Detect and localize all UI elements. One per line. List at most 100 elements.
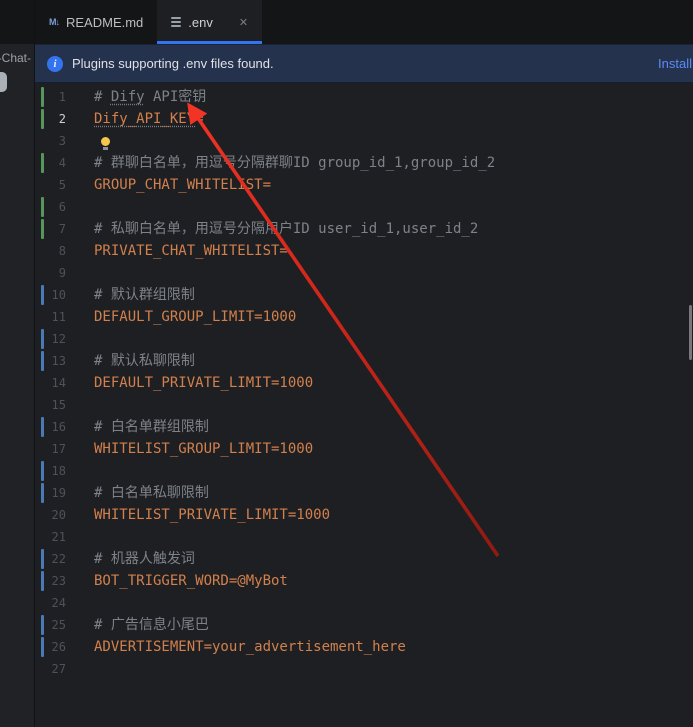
- gutter[interactable]: 9: [35, 262, 94, 284]
- line-number[interactable]: 18: [52, 460, 66, 482]
- change-marker-modified: [41, 571, 44, 591]
- gutter[interactable]: 15: [35, 394, 94, 416]
- code-line[interactable]: 23BOT_TRIGGER_WORD=@MyBot: [35, 570, 693, 592]
- gutter[interactable]: 16: [35, 416, 94, 438]
- code-line[interactable]: 13# 默认私聊限制: [35, 350, 693, 372]
- code-line[interactable]: 19# 白名单私聊限制: [35, 482, 693, 504]
- close-icon[interactable]: ✕: [239, 16, 248, 29]
- line-number[interactable]: 24: [52, 592, 66, 614]
- gutter[interactable]: 14: [35, 372, 94, 394]
- code-line[interactable]: 12: [35, 328, 693, 350]
- code-line[interactable]: 3: [35, 130, 693, 152]
- gutter[interactable]: 8: [35, 240, 94, 262]
- gutter[interactable]: 18: [35, 460, 94, 482]
- line-number[interactable]: 27: [52, 658, 66, 680]
- gutter[interactable]: 25: [35, 614, 94, 636]
- code-line[interactable]: 17WHITELIST_GROUP_LIMIT=1000: [35, 438, 693, 460]
- line-number[interactable]: 13: [52, 350, 66, 372]
- editor-pane[interactable]: 1# Dify API密钥2Dify_API_KEY=34# 群聊白名单，用逗号…: [35, 83, 693, 727]
- gutter[interactable]: 20: [35, 504, 94, 526]
- gutter[interactable]: 26: [35, 636, 94, 658]
- change-marker-modified: [41, 461, 44, 481]
- line-number[interactable]: 25: [52, 614, 66, 636]
- line-number[interactable]: 26: [52, 636, 66, 658]
- code-line[interactable]: 9: [35, 262, 693, 284]
- gutter[interactable]: 24: [35, 592, 94, 614]
- code-line[interactable]: 25# 广告信息小尾巴: [35, 614, 693, 636]
- gutter[interactable]: 13: [35, 350, 94, 372]
- gutter[interactable]: 11: [35, 306, 94, 328]
- line-number[interactable]: 23: [52, 570, 66, 592]
- lightbulb-icon[interactable]: [101, 137, 110, 146]
- code-line[interactable]: 2Dify_API_KEY=: [35, 108, 693, 130]
- line-number[interactable]: 7: [59, 218, 66, 240]
- code-content: [94, 196, 693, 218]
- code-line[interactable]: 11 DEFAULT_GROUP_LIMIT=1000: [35, 306, 693, 328]
- code-line[interactable]: 10# 默认群组限制: [35, 284, 693, 306]
- line-number[interactable]: 1: [59, 86, 66, 108]
- code-line[interactable]: 8PRIVATE_CHAT_WHITELIST=: [35, 240, 693, 262]
- code-content: # 群聊白名单，用逗号分隔群聊ID group_id_1,group_id_2: [94, 152, 693, 174]
- code-line[interactable]: 16# 白名单群组限制: [35, 416, 693, 438]
- code-line[interactable]: 20WHITELIST_PRIVATE_LIMIT=1000: [35, 504, 693, 526]
- line-number[interactable]: 4: [59, 152, 66, 174]
- line-number[interactable]: 17: [52, 438, 66, 460]
- line-number[interactable]: 8: [59, 240, 66, 262]
- gutter[interactable]: 19: [35, 482, 94, 504]
- gutter[interactable]: 5: [35, 174, 94, 196]
- code-line[interactable]: 4 # 群聊白名单，用逗号分隔群聊ID group_id_1,group_id_2: [35, 152, 693, 174]
- tool-window-handle[interactable]: [0, 72, 7, 92]
- gutter[interactable]: 27: [35, 658, 94, 680]
- line-number[interactable]: 12: [52, 328, 66, 350]
- line-number[interactable]: 6: [59, 196, 66, 218]
- change-marker-added: [41, 197, 44, 217]
- install-link[interactable]: Install: [658, 56, 693, 71]
- scrollbar-thumb[interactable]: [689, 305, 692, 360]
- line-number[interactable]: 10: [52, 284, 66, 306]
- line-number[interactable]: 11: [52, 306, 66, 328]
- code-line[interactable]: 1# Dify API密钥: [35, 86, 693, 108]
- code-line[interactable]: 14DEFAULT_PRIVATE_LIMIT=1000: [35, 372, 693, 394]
- token-code: ADVERTISEMENT=your_advertisement_here: [94, 639, 406, 655]
- token-code-typo: Dify_API_KEY: [94, 111, 195, 127]
- gutter[interactable]: 10: [35, 284, 94, 306]
- gutter[interactable]: 17: [35, 438, 94, 460]
- gutter[interactable]: 1: [35, 86, 94, 108]
- gutter[interactable]: 3: [35, 130, 94, 152]
- gutter[interactable]: 12: [35, 328, 94, 350]
- line-number[interactable]: 14: [52, 372, 66, 394]
- code-line[interactable]: 26 ADVERTISEMENT=your_advertisement_here: [35, 636, 693, 658]
- code-line[interactable]: 7# 私聊白名单，用逗号分隔用户ID user_id_1,user_id_2: [35, 218, 693, 240]
- line-number[interactable]: 5: [59, 174, 66, 196]
- line-number[interactable]: 15: [52, 394, 66, 416]
- code-content: [94, 460, 693, 482]
- code-line[interactable]: 22# 机器人触发词: [35, 548, 693, 570]
- line-number[interactable]: 3: [59, 130, 66, 152]
- gutter[interactable]: 6: [35, 196, 94, 218]
- tab-readme[interactable]: M↓ README.md: [35, 0, 157, 44]
- gutter[interactable]: 23: [35, 570, 94, 592]
- line-number[interactable]: 19: [52, 482, 66, 504]
- code-line[interactable]: 21: [35, 526, 693, 548]
- code-line[interactable]: 15: [35, 394, 693, 416]
- token-comment: API密钥: [145, 89, 207, 105]
- line-number[interactable]: 21: [52, 526, 66, 548]
- gutter[interactable]: 2: [35, 108, 94, 130]
- token-code: DEFAULT_GROUP_LIMIT=1000: [94, 309, 296, 325]
- code-line[interactable]: 24: [35, 592, 693, 614]
- line-number[interactable]: 16: [52, 416, 66, 438]
- code-line[interactable]: 5GROUP_CHAT_WHITELIST=: [35, 174, 693, 196]
- gutter[interactable]: 7: [35, 218, 94, 240]
- line-number[interactable]: 22: [52, 548, 66, 570]
- line-number[interactable]: 9: [59, 262, 66, 284]
- code-line[interactable]: 27: [35, 658, 693, 680]
- tab-env[interactable]: .env ✕: [157, 0, 262, 44]
- gutter[interactable]: 21: [35, 526, 94, 548]
- code-content: [94, 658, 693, 680]
- line-number[interactable]: 2: [59, 108, 66, 130]
- code-line[interactable]: 18: [35, 460, 693, 482]
- gutter[interactable]: 22: [35, 548, 94, 570]
- line-number[interactable]: 20: [52, 504, 66, 526]
- code-line[interactable]: 6: [35, 196, 693, 218]
- gutter[interactable]: 4: [35, 152, 94, 174]
